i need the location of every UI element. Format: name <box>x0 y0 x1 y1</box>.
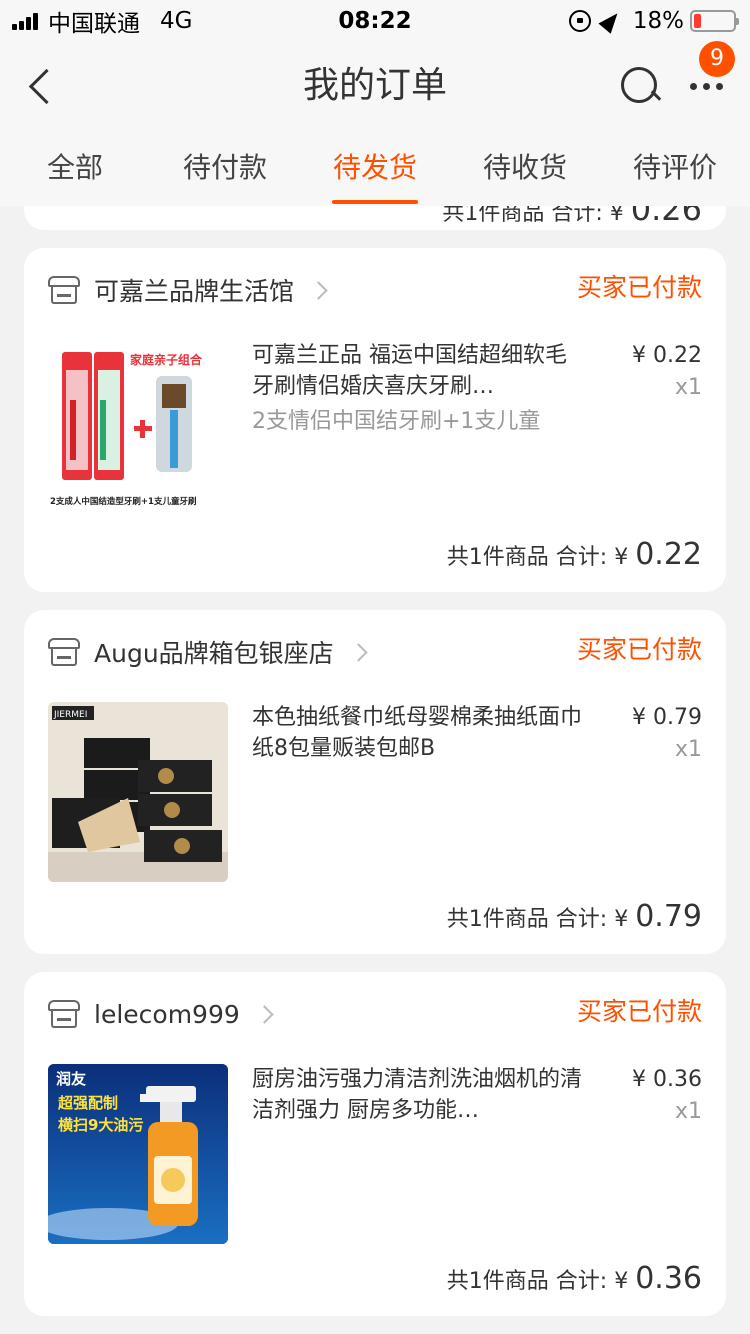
product-quantity: x1 <box>674 375 702 400</box>
order-status: 买家已付款 <box>576 997 702 1026</box>
thumb-caption: 2支成人中国结造型牙刷+1支儿童牙刷 <box>50 496 196 507</box>
order-total: 0.36 <box>635 1261 702 1296</box>
shop-name: lelecom999 <box>94 999 240 1029</box>
tab-pending-review[interactable]: 待评价 <box>600 148 750 188</box>
active-tab-indicator <box>332 200 418 204</box>
order-status: 买家已付款 <box>576 635 702 664</box>
message-count-badge: 9 <box>699 41 735 77</box>
tab-pending-receipt[interactable]: 待收货 <box>450 148 600 188</box>
thumb-line1: 超强配制 <box>57 1094 118 1112</box>
shop-name: 可嘉兰品牌生活馆 <box>94 277 295 306</box>
order-summary: 共1件商品 合计: ¥ 0.36 <box>447 1259 702 1302</box>
product-thumbnail[interactable]: 润友 超强配制 横扫9大油污 <box>48 1064 228 1244</box>
battery-percent: 18% <box>632 8 684 34</box>
location-arrow-icon <box>598 8 624 34</box>
order-total: 0.22 <box>635 537 702 572</box>
order-card[interactable]: lelecom999 买家已付款 润友 超强配制 横扫9大油污 厨房油污强力清洁… <box>24 972 726 1316</box>
product-thumbnail[interactable]: JIERMEI <box>48 702 228 882</box>
product-title[interactable]: 厨房油污强力清洁剂洗油烟机的清洁剂强力 厨房多功能… <box>252 1064 582 1126</box>
shop-icon <box>48 638 80 666</box>
shop-link[interactable]: lelecom999 <box>48 996 274 1032</box>
summary-label: 共1件商品 合计: <box>446 545 608 570</box>
order-card[interactable]: Augu品牌箱包银座店 买家已付款 JIERMEI 本色抽纸餐巾纸母婴棉柔抽纸面… <box>24 610 726 954</box>
chevron-right-icon <box>309 280 328 300</box>
header-area: 中国联通 4G 08:22 18% 我的订单 9 全部 待付款 待发货 待收货 … <box>0 0 750 206</box>
product-price: ¥ 0.36 <box>632 1067 702 1092</box>
product-sku: 2支情侣中国结牙刷+1支儿童 <box>252 409 541 434</box>
product-title[interactable]: 可嘉兰正品 福运中国结超细软毛牙刷情侣婚庆喜庆牙刷… <box>252 340 582 402</box>
order-total: 0.79 <box>635 899 702 934</box>
order-card[interactable]: 可嘉兰品牌生活馆 买家已付款 家庭亲子组合 2支成人中国结造型牙刷+1支儿童牙刷… <box>24 248 726 592</box>
orientation-lock-icon <box>568 10 591 32</box>
order-tabs: 全部 待付款 待发货 待收货 待评价 <box>0 128 750 206</box>
order-summary: 共1件商品 合计: ¥ 0.22 <box>447 535 702 578</box>
shop-link[interactable]: 可嘉兰品牌生活馆 <box>48 272 328 308</box>
product-price: ¥ 0.22 <box>632 343 702 368</box>
currency-symbol: ¥ <box>614 1269 629 1294</box>
product-price: ¥ 0.79 <box>632 705 702 730</box>
status-bar: 中国联通 4G 08:22 18% <box>0 0 750 40</box>
chevron-right-icon <box>255 1004 274 1024</box>
summary-label: 共1件商品 合计: <box>446 1269 608 1294</box>
summary-label: 共1件商品 合计: <box>446 907 608 932</box>
currency-symbol: ¥ <box>614 545 629 570</box>
order-status: 买家已付款 <box>576 273 702 302</box>
thumb-brand: 润友 <box>56 1070 86 1088</box>
shop-link[interactable]: Augu品牌箱包银座店 <box>48 634 368 670</box>
thumb-line2: 横扫9大油污 <box>58 1116 143 1134</box>
chevron-right-icon <box>348 642 368 662</box>
product-thumbnail[interactable]: 家庭亲子组合 2支成人中国结造型牙刷+1支儿童牙刷 <box>48 340 228 520</box>
search-button[interactable] <box>616 62 664 110</box>
shop-icon <box>48 1000 80 1028</box>
shop-name: Augu品牌箱包银座店 <box>94 639 334 668</box>
thumb-label: 家庭亲子组合 <box>130 352 203 367</box>
thumb-brand: JIERMEI <box>53 710 87 720</box>
tab-pending-payment[interactable]: 待付款 <box>150 148 300 188</box>
product-title[interactable]: 本色抽纸餐巾纸母婴棉柔抽纸面巾纸8包量贩装包邮B <box>252 702 582 764</box>
tab-all[interactable]: 全部 <box>0 148 150 188</box>
battery-icon <box>690 10 739 32</box>
tab-pending-shipment[interactable]: 待发货 <box>300 148 450 188</box>
shop-icon <box>48 276 80 304</box>
order-summary: 共1件商品 合计: ¥ 0.79 <box>447 897 702 940</box>
currency-symbol: ¥ <box>614 907 629 932</box>
product-quantity: x1 <box>674 737 702 762</box>
nav-bar: 我的订单 <box>0 44 750 128</box>
product-quantity: x1 <box>674 1099 702 1124</box>
